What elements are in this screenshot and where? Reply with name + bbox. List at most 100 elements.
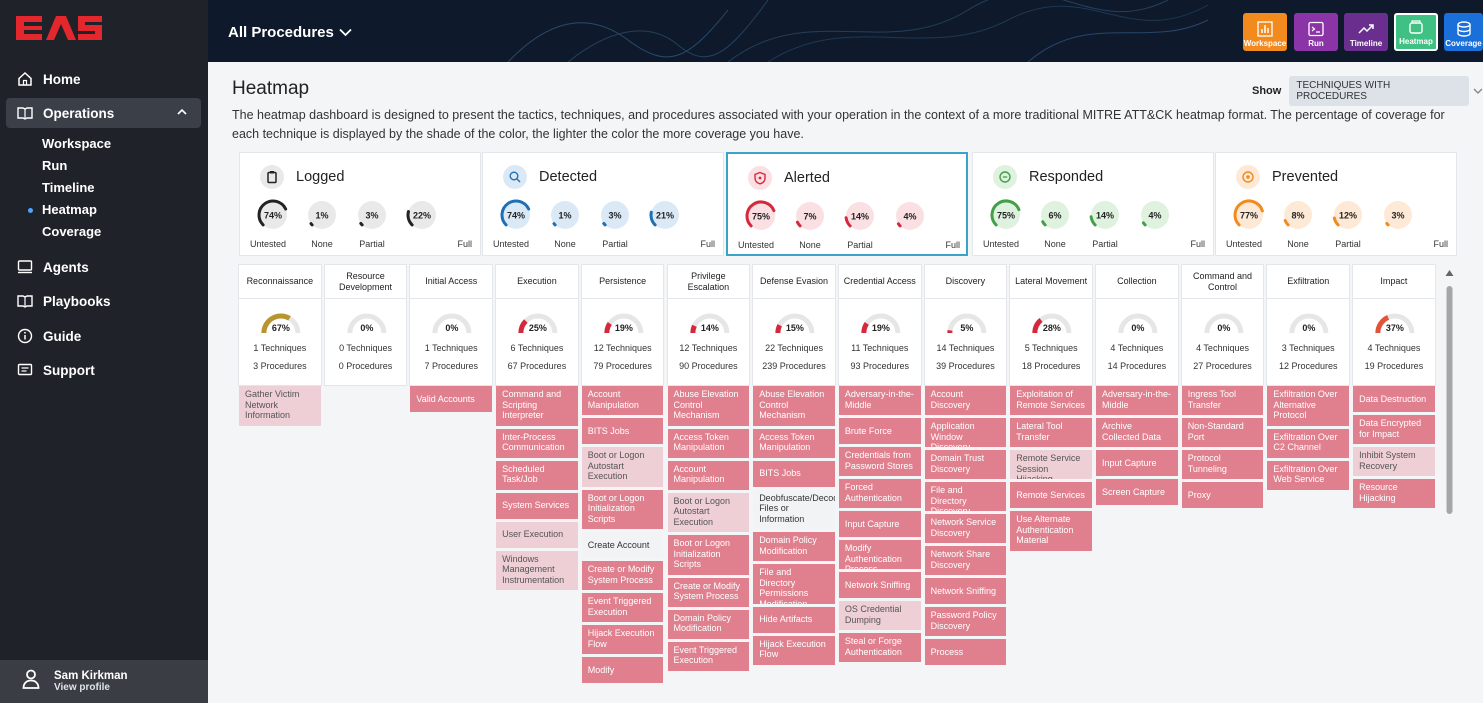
technique-cell[interactable]: Network Share Discovery bbox=[924, 546, 1007, 575]
sidebar-sub-coverage[interactable]: Coverage bbox=[42, 224, 101, 239]
technique-cell[interactable]: File and Directory Permissions Modificat… bbox=[753, 564, 835, 604]
technique-cell[interactable]: Event Triggered Execution bbox=[581, 593, 664, 622]
technique-cell[interactable]: Input Capture bbox=[838, 511, 921, 537]
technique-cell[interactable]: Hijack Execution Flow bbox=[753, 635, 835, 665]
technique-cell[interactable]: File and Directory Discovery bbox=[924, 482, 1007, 511]
sidebar-item-agents[interactable]: Agents bbox=[0, 252, 208, 282]
tactic-column[interactable]: Credential Access 19% 11 Techniques 93 Proc… bbox=[837, 264, 922, 386]
technique-cell[interactable]: Event Triggered Execution bbox=[667, 641, 750, 671]
sidebar-item-support[interactable]: Support bbox=[0, 355, 208, 385]
view-profile-link[interactable]: View profile bbox=[54, 682, 128, 693]
technique-cell[interactable]: Inhibit System Recovery bbox=[1353, 447, 1435, 476]
technique-cell[interactable]: Data Destruction bbox=[1353, 386, 1435, 412]
technique-cell[interactable]: Protocol Tunneling bbox=[1181, 450, 1264, 479]
technique-cell[interactable]: Non-Standard Port bbox=[1181, 418, 1264, 447]
tactic-column[interactable]: Impact 37% 4 Techniques 19 Procedures bbox=[1352, 264, 1436, 386]
technique-cell[interactable]: OS Credential Dumping bbox=[838, 601, 921, 630]
tactic-column[interactable]: Collection 0% 4 Techniques 14 Procedures bbox=[1095, 264, 1179, 386]
summary-card-prevented[interactable]: Prevented 77% 8% 12% 3% Untested None Partial Fu… bbox=[1215, 152, 1457, 256]
technique-cell[interactable]: Windows Management Instrumentation bbox=[496, 550, 578, 590]
technique-cell[interactable]: User Execution bbox=[496, 521, 578, 548]
sidebar-sub-workspace[interactable]: Workspace bbox=[42, 136, 111, 151]
technique-cell[interactable]: Account Manipulation bbox=[581, 386, 664, 415]
technique-cell[interactable]: Screen Capture bbox=[1096, 479, 1178, 505]
sidebar-item-playbooks[interactable]: Playbooks bbox=[0, 286, 208, 316]
tactic-column[interactable]: Defense Evasion 15% 22 Techniques 239 Proce… bbox=[752, 264, 836, 386]
technique-cell[interactable]: Remote Services bbox=[1010, 482, 1092, 508]
technique-cell[interactable]: Deobfuscate/Decode Files or Information bbox=[753, 489, 835, 529]
sidebar-sub-heatmap[interactable]: Heatmap bbox=[42, 202, 97, 217]
coverage-button[interactable]: Coverage bbox=[1444, 13, 1483, 51]
technique-cell[interactable]: Network Sniffing bbox=[838, 572, 921, 598]
summary-card-alerted[interactable]: Alerted 75% 7% 14% 4% Untested None Partial Full bbox=[726, 152, 968, 256]
tactic-column[interactable]: Discovery 5% 14 Techniques 39 Procedures bbox=[923, 264, 1008, 386]
technique-cell[interactable]: Access Token Manipulation bbox=[667, 428, 750, 458]
technique-cell[interactable]: Domain Policy Modification bbox=[753, 532, 835, 561]
technique-cell[interactable]: Modify bbox=[581, 657, 664, 683]
technique-cell[interactable]: Exploitation of Remote Services bbox=[1010, 386, 1092, 415]
technique-cell[interactable]: Create or Modify System Process bbox=[667, 577, 750, 607]
technique-cell[interactable]: System Services bbox=[496, 492, 578, 519]
technique-cell[interactable]: Ingress Tool Transfer bbox=[1181, 386, 1264, 415]
sidebar-item-home[interactable]: Home bbox=[0, 64, 208, 94]
technique-cell[interactable]: Access Token Manipulation bbox=[753, 428, 835, 458]
heatmap-button[interactable]: Heatmap bbox=[1394, 13, 1438, 51]
chevron-down-icon[interactable] bbox=[1473, 87, 1483, 95]
tactic-column[interactable]: Resource Development 0% 0 Techniques 0 Proc… bbox=[323, 264, 408, 386]
technique-cell[interactable]: Modify Authentication Process bbox=[838, 540, 921, 569]
tactic-column[interactable]: Privilege Escalation 14% 12 Techniques 90 P… bbox=[666, 264, 751, 386]
technique-cell[interactable]: Create Account bbox=[581, 532, 664, 558]
technique-cell[interactable]: Steal or Forge Authentication bbox=[838, 633, 921, 662]
tactic-column[interactable]: Execution 25% 6 Techniques 67 Procedures bbox=[495, 264, 579, 386]
procedure-selector[interactable]: All Procedures bbox=[228, 24, 352, 41]
timeline-button[interactable]: Timeline bbox=[1344, 13, 1388, 51]
technique-cell[interactable]: Boot or Logon Autostart Execution bbox=[667, 492, 750, 532]
technique-cell[interactable]: Use Alternate Authentication Material bbox=[1010, 511, 1092, 551]
summary-card-logged[interactable]: Logged 74% 1% 3% 22% Untested None Partial Full bbox=[239, 152, 481, 256]
technique-cell[interactable]: Inter-Process Communication bbox=[496, 428, 578, 458]
technique-cell[interactable]: Application Window Discovery bbox=[924, 418, 1007, 447]
technique-cell[interactable]: Create or Modify System Process bbox=[581, 561, 664, 590]
technique-cell[interactable]: Valid Accounts bbox=[410, 386, 493, 412]
technique-cell[interactable]: Process bbox=[924, 639, 1007, 665]
technique-cell[interactable]: Data Encrypted for Impact bbox=[1353, 415, 1435, 444]
show-select[interactable]: TECHNIQUES WITH PROCEDURES bbox=[1289, 76, 1470, 106]
workspace-button[interactable]: Workspace bbox=[1243, 13, 1287, 51]
technique-cell[interactable]: Account Discovery bbox=[924, 386, 1007, 415]
vertical-scrollbar[interactable] bbox=[1445, 264, 1454, 703]
chevron-up-icon[interactable] bbox=[177, 105, 187, 120]
tactic-column[interactable]: Initial Access 0% 1 Techniques 7 Procedures bbox=[409, 264, 494, 386]
tactic-column[interactable]: Command and Control 0% 4 Techniques 27 Proc… bbox=[1180, 264, 1265, 386]
technique-cell[interactable]: Boot or Logon Autostart Execution bbox=[581, 447, 664, 487]
run-button[interactable]: Run bbox=[1294, 13, 1338, 51]
technique-cell[interactable]: Archive Collected Data bbox=[1096, 418, 1178, 447]
technique-cell[interactable]: Account Manipulation bbox=[667, 460, 750, 490]
technique-cell[interactable]: Remote Service Session Hijacking bbox=[1010, 450, 1092, 479]
technique-cell[interactable]: BITS Jobs bbox=[581, 418, 664, 444]
sidebar-item-operations[interactable]: Operations bbox=[6, 98, 201, 128]
technique-cell[interactable]: Command and Scripting Interpreter bbox=[496, 386, 578, 426]
technique-cell[interactable]: Scheduled Task/Job bbox=[496, 460, 578, 490]
tactic-column[interactable]: Lateral Movement 28% 5 Techniques 18 Proced… bbox=[1009, 264, 1093, 386]
tactic-column[interactable]: Reconnaissance 67% 1 Techniques 3 Procedure… bbox=[238, 264, 322, 386]
sidebar-item-guide[interactable]: Guide bbox=[0, 321, 208, 351]
summary-card-detected[interactable]: Detected 74% 1% 3% 21% Untested None Partial Ful… bbox=[482, 152, 724, 256]
technique-cell[interactable]: Abuse Elevation Control Mechanism bbox=[667, 386, 750, 426]
tactic-column[interactable]: Persistence 19% 12 Techniques 79 Procedures bbox=[580, 264, 665, 386]
technique-cell[interactable]: Input Capture bbox=[1096, 450, 1178, 476]
technique-cell[interactable]: BITS Jobs bbox=[753, 460, 835, 487]
tactic-column[interactable]: Exfiltration 0% 3 Techniques 12 Procedures bbox=[1266, 264, 1351, 386]
technique-cell[interactable]: Credentials from Password Stores bbox=[838, 447, 921, 476]
technique-cell[interactable]: Hide Artifacts bbox=[753, 606, 835, 633]
technique-cell[interactable]: Adversary-in-the-Middle bbox=[1096, 386, 1178, 415]
user-profile[interactable]: Sam Kirkman View profile bbox=[0, 660, 208, 703]
technique-cell[interactable]: Resource Hijacking bbox=[1353, 479, 1435, 508]
technique-cell[interactable]: Brute Force bbox=[838, 418, 921, 444]
technique-cell[interactable]: Exfiltration Over Alternative Protocol bbox=[1267, 386, 1350, 426]
sidebar-sub-timeline[interactable]: Timeline bbox=[42, 180, 95, 195]
technique-cell[interactable]: Gather Victim Network Information bbox=[239, 386, 321, 426]
technique-cell[interactable]: Domain Trust Discovery bbox=[924, 450, 1007, 479]
summary-card-responded[interactable]: Responded 75% 6% 14% 4% Untested None Partial Fu… bbox=[972, 152, 1214, 256]
eas-logo[interactable] bbox=[14, 10, 104, 46]
technique-cell[interactable]: Password Policy Discovery bbox=[924, 607, 1007, 636]
